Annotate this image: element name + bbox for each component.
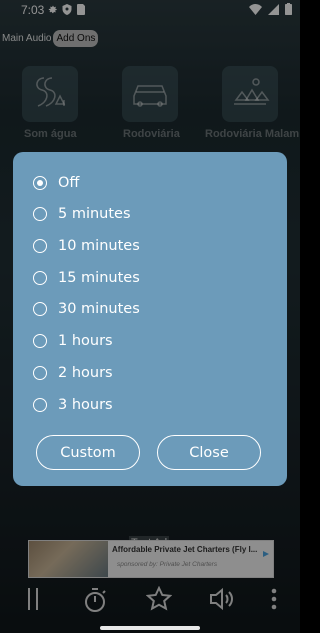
radio-unselected-icon[interactable] [33, 239, 47, 253]
timer-option-5-minutes[interactable]: 5 minutes [33, 201, 131, 227]
radio-selected-icon[interactable] [33, 176, 47, 190]
radio-unselected-icon[interactable] [33, 207, 47, 221]
timer-option-label: Off [58, 175, 80, 191]
home-indicator[interactable] [100, 626, 200, 630]
timer-option-label: 5 minutes [58, 206, 131, 222]
close-button[interactable]: Close [157, 435, 261, 470]
timer-option-10-minutes[interactable]: 10 minutes [33, 233, 140, 259]
timer-option-15-minutes[interactable]: 15 minutes [33, 265, 140, 291]
timer-option-label: 3 hours [58, 397, 113, 413]
radio-unselected-icon[interactable] [33, 366, 47, 380]
timer-option-label: 15 minutes [58, 270, 140, 286]
radio-unselected-icon[interactable] [33, 271, 47, 285]
timer-option-label: 2 hours [58, 365, 113, 381]
timer-option-off[interactable]: Off [33, 170, 79, 196]
timer-option-30-minutes[interactable]: 30 minutes [33, 296, 140, 322]
radio-unselected-icon[interactable] [33, 398, 47, 412]
timer-option-2-hours[interactable]: 2 hours [33, 360, 113, 386]
timer-dialog: Off 5 minutes 10 minutes 15 minutes 30 m… [13, 152, 287, 486]
timer-option-1-hours[interactable]: 1 hours [33, 328, 113, 354]
app-screen: 7:03 Main Audio Add Ons Som água Rodoviá… [0, 0, 300, 633]
timer-option-label: 1 hours [58, 333, 113, 349]
timer-option-3-hours[interactable]: 3 hours [33, 392, 113, 418]
custom-button[interactable]: Custom [36, 435, 140, 470]
radio-unselected-icon[interactable] [33, 334, 47, 348]
timer-option-label: 10 minutes [58, 238, 140, 254]
radio-unselected-icon[interactable] [33, 302, 47, 316]
timer-option-label: 30 minutes [58, 301, 140, 317]
